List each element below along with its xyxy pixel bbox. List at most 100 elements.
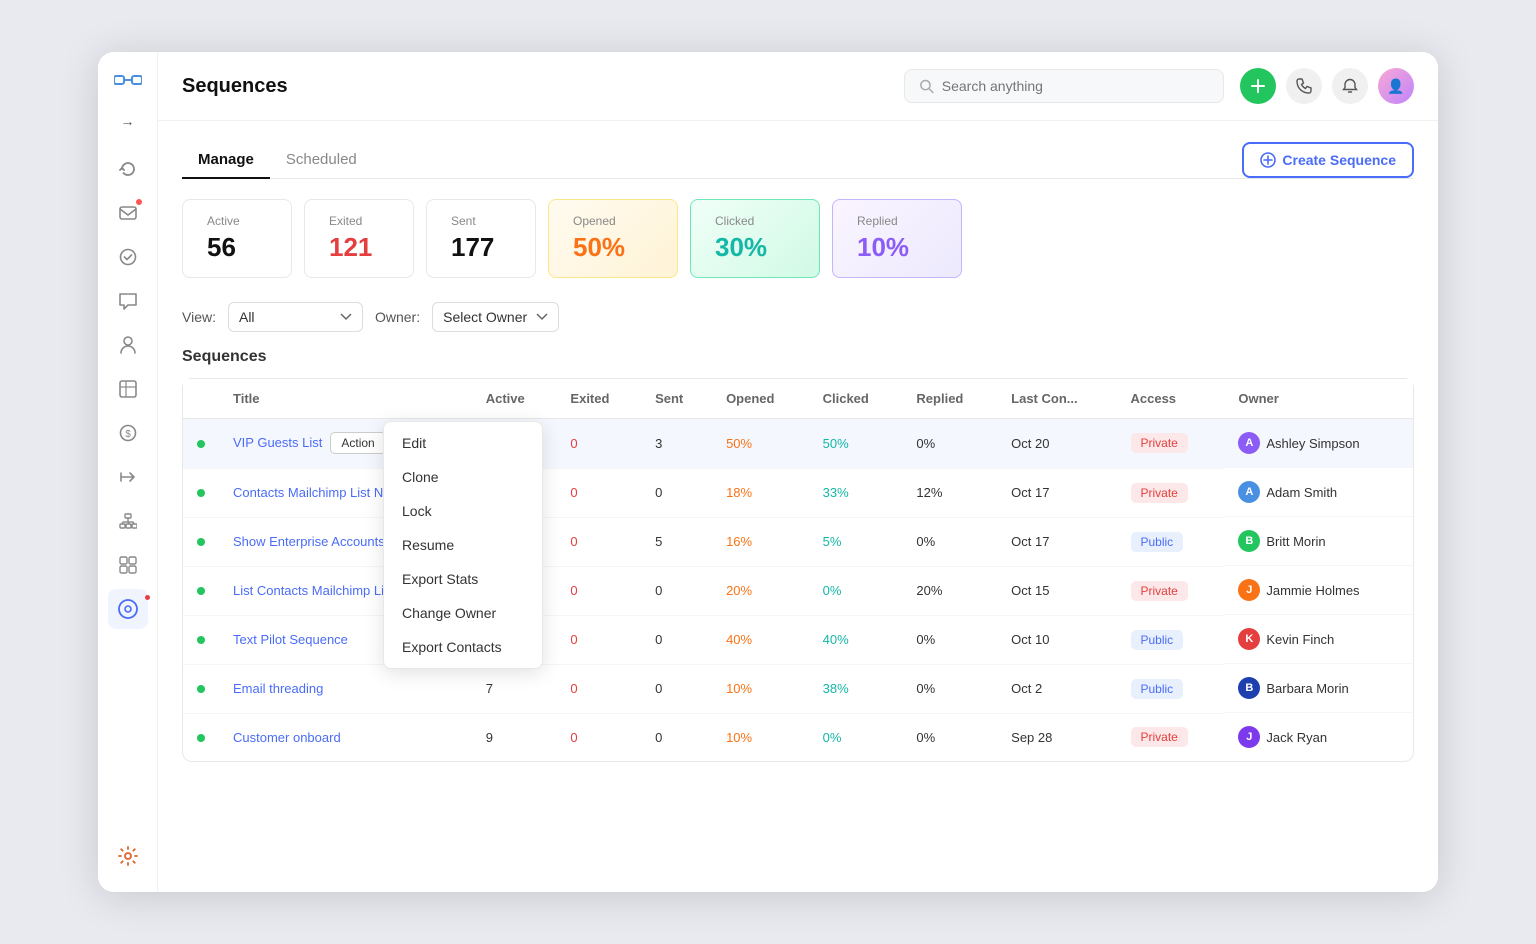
row-sent: 0	[641, 713, 712, 761]
row-opened: 18%	[712, 468, 809, 517]
table-row[interactable]: Contacts Mailchimp List No00018%33%12%Oc…	[183, 468, 1413, 517]
row-title-cell: Email threading	[219, 664, 472, 713]
access-badge: Public	[1131, 679, 1184, 699]
table-row[interactable]: List Contacts Mailchimp List00020%0%20%O…	[183, 566, 1413, 615]
stat-replied-label: Replied	[857, 214, 937, 228]
add-button[interactable]	[1240, 68, 1276, 104]
content-area: Manage Scheduled Create Sequence Active …	[158, 121, 1438, 892]
row-clicked: 5%	[809, 517, 903, 566]
sequence-title-link[interactable]: List Contacts Mailchimp List	[233, 583, 394, 598]
row-clicked: 38%	[809, 664, 903, 713]
dropdown-item-change-owner[interactable]: Change Owner	[384, 596, 542, 630]
dropdown-item-export-stats[interactable]: Export Stats	[384, 562, 542, 596]
sequence-title-link[interactable]: Customer onboard	[233, 730, 341, 745]
dropdown-item-edit[interactable]: Edit	[384, 426, 542, 460]
row-sent: 0	[641, 468, 712, 517]
sequences-table: Title Active Exited Sent Opened Clicked …	[183, 379, 1413, 761]
row-opened: 20%	[712, 566, 809, 615]
search-bar[interactable]	[904, 69, 1224, 103]
tab-manage[interactable]: Manage	[182, 141, 270, 178]
notification-button[interactable]	[1332, 68, 1368, 104]
owner-avatar: A	[1238, 432, 1260, 454]
sidebar-item-mail[interactable]	[108, 193, 148, 233]
row-replied: 0%	[902, 664, 997, 713]
settings-icon[interactable]	[108, 836, 148, 876]
sidebar-item-apps[interactable]	[108, 545, 148, 585]
col-replied: Replied	[902, 379, 997, 419]
dropdown-item-resume[interactable]: Resume	[384, 528, 542, 562]
logo-icon[interactable]	[114, 68, 142, 97]
sequence-title-link[interactable]: Contacts Mailchimp List No	[233, 485, 391, 500]
phone-button[interactable]	[1286, 68, 1322, 104]
row-replied: 0%	[902, 517, 997, 566]
owner-avatar: B	[1238, 530, 1260, 552]
row-owner: BBarbara Morin	[1224, 664, 1413, 713]
sequence-title-link[interactable]: Text Pilot Sequence	[233, 632, 348, 647]
main-content: Sequences 👤	[158, 52, 1438, 892]
row-owner: AAdam Smith	[1224, 468, 1413, 517]
dropdown-item-export-contacts[interactable]: Export Contacts	[384, 630, 542, 664]
row-status-dot	[183, 664, 219, 713]
sequences-table-wrapper: Title Active Exited Sent Opened Clicked …	[182, 378, 1414, 762]
owner-avatar: A	[1238, 481, 1260, 503]
sequence-title-link[interactable]: Show Enterprise Accounts	[233, 534, 385, 549]
sidebar-item-org[interactable]	[108, 501, 148, 541]
tab-scheduled[interactable]: Scheduled	[270, 141, 373, 178]
sidebar-item-contacts[interactable]	[108, 325, 148, 365]
stat-sent: Sent 177	[426, 199, 536, 278]
row-lastcon: Oct 17	[997, 468, 1116, 517]
table-row[interactable]: Email threading70010%38%0%Oct 2PublicBBa…	[183, 664, 1413, 713]
expand-arrow-icon[interactable]: →	[121, 113, 135, 129]
user-avatar[interactable]: 👤	[1378, 68, 1414, 104]
sidebar-item-campaigns[interactable]	[108, 457, 148, 497]
col-status	[183, 379, 219, 419]
sidebar-item-sequences[interactable]	[108, 589, 148, 629]
search-input[interactable]	[942, 78, 1209, 94]
sidebar-item-deals[interactable]: $	[108, 413, 148, 453]
row-lastcon: Sep 28	[997, 713, 1116, 761]
row-lastcon: Oct 17	[997, 517, 1116, 566]
owner-avatar: K	[1238, 628, 1260, 650]
row-exited: 0	[556, 468, 641, 517]
sidebar-item-tasks[interactable]	[108, 237, 148, 277]
table-row[interactable]: VIP Guests ListAction30350%50%0%Oct 20Pr…	[183, 419, 1413, 469]
dropdown-item-lock[interactable]: Lock	[384, 494, 542, 528]
row-replied: 0%	[902, 713, 997, 761]
row-owner: JJack Ryan	[1224, 713, 1413, 761]
table-row[interactable]: Customer onboard90010%0%0%Sep 28PrivateJ…	[183, 713, 1413, 761]
owner-name: Kevin Finch	[1266, 632, 1334, 647]
owner-avatar: J	[1238, 579, 1260, 601]
access-badge: Private	[1131, 483, 1188, 503]
row-sent: 3	[641, 419, 712, 469]
sequence-title-link[interactable]: VIP Guests List	[233, 435, 322, 450]
row-opened: 10%	[712, 664, 809, 713]
header-actions: 👤	[1240, 68, 1414, 104]
search-icon	[919, 78, 934, 94]
owner-select[interactable]: Select Owner	[432, 302, 559, 332]
table-row[interactable]: Text Pilot Sequence00040%40%0%Oct 10Publ…	[183, 615, 1413, 664]
table-row[interactable]: Show Enterprise Accounts50516%5%0%Oct 17…	[183, 517, 1413, 566]
sidebar-item-chat[interactable]	[108, 281, 148, 321]
stat-active: Active 56	[182, 199, 292, 278]
stat-clicked: Clicked 30%	[690, 199, 820, 278]
sequence-title-link[interactable]: Email threading	[233, 681, 323, 696]
sidebar-item-refresh[interactable]	[108, 149, 148, 189]
action-button[interactable]: Action	[330, 432, 385, 454]
view-label: View:	[182, 309, 216, 325]
sidebar-item-reports[interactable]	[108, 369, 148, 409]
active-dot-icon	[197, 440, 205, 448]
plus-circle-icon	[1260, 152, 1276, 168]
owner-avatar: B	[1238, 677, 1260, 699]
stat-opened-value: 50%	[573, 232, 653, 263]
row-status-dot	[183, 419, 219, 469]
dropdown-item-clone[interactable]: Clone	[384, 460, 542, 494]
row-title-cell: Customer onboard	[219, 713, 472, 761]
view-select[interactable]: All My Sequences	[228, 302, 363, 332]
action-dropdown-menu: EditCloneLockResumeExport StatsChange Ow…	[383, 421, 543, 669]
row-sent: 5	[641, 517, 712, 566]
row-access: Public	[1117, 664, 1225, 713]
create-sequence-button[interactable]: Create Sequence	[1242, 142, 1414, 178]
row-replied: 0%	[902, 419, 997, 469]
row-exited: 0	[556, 664, 641, 713]
access-badge: Private	[1131, 433, 1188, 453]
